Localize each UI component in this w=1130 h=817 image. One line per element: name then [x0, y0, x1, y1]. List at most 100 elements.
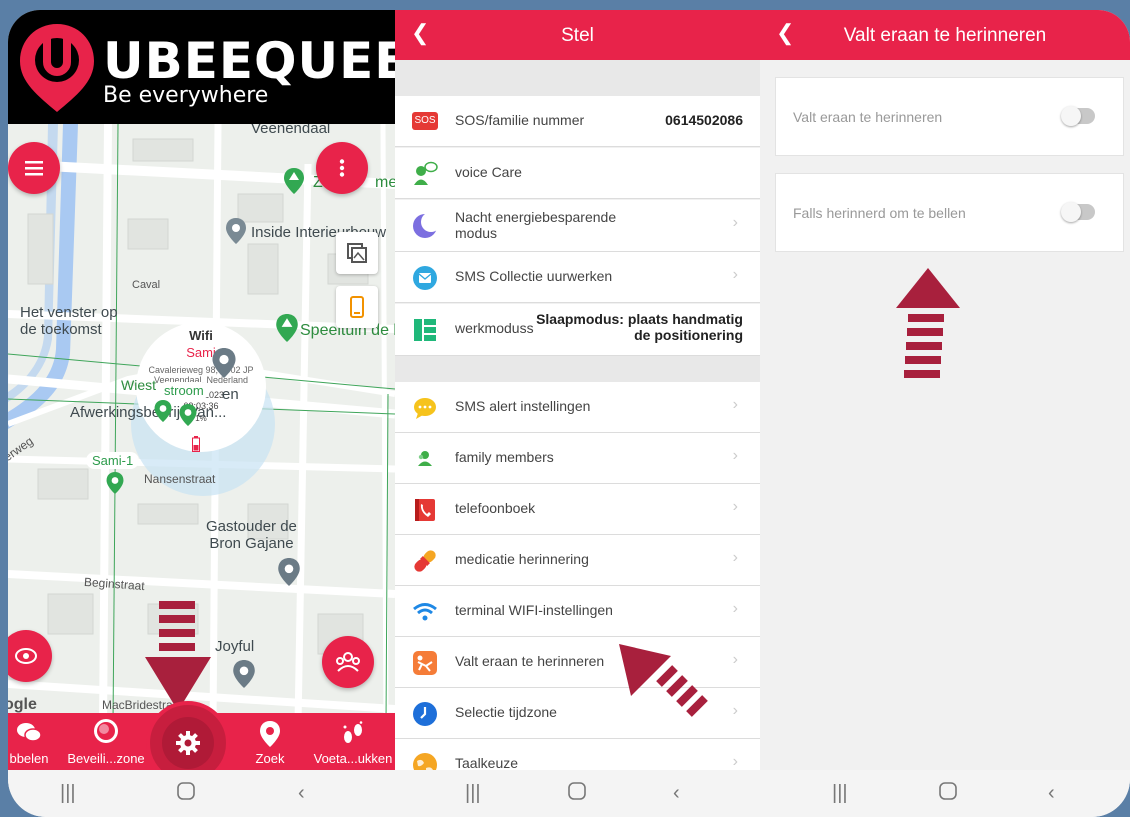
settings-row-sos[interactable]: SOS SOS/familie nummer 0614502086	[395, 96, 760, 147]
fall-call-card: Falls herinnerd om te bellen	[775, 173, 1124, 252]
settings-row-sms-collect[interactable]: SMS Collectie uurwerken ›	[395, 252, 760, 303]
chat-icon	[17, 723, 42, 742]
toggle-knob	[1061, 106, 1081, 126]
settings-row-sms-alert[interactable]: SMS alert instellingen ›	[395, 382, 760, 433]
more-options-button[interactable]	[316, 142, 368, 194]
fall-call-label: Falls herinnerd om te bellen	[793, 205, 966, 221]
chevron-right-icon: ›	[732, 702, 738, 719]
google-logo: ogle	[8, 696, 37, 713]
system-navigation-bar: ||| ‹	[760, 770, 1130, 817]
phonebook-icon	[415, 499, 435, 521]
system-navigation-bar: ||| ‹	[8, 770, 395, 817]
green-marker-icon[interactable]	[179, 404, 197, 426]
home-button[interactable]	[567, 781, 587, 807]
locate-device-icon	[15, 648, 37, 664]
row-label: terminal WIFI-instellingen	[455, 602, 613, 618]
row-value: Slaapmodus: plaats handmatig de position…	[536, 311, 743, 343]
annotation-arrow-up	[896, 268, 960, 378]
menu-button[interactable]	[8, 142, 60, 194]
nav-label-footsteps: Voeta...ukken	[313, 751, 393, 766]
annotation-arrow-diagonal	[619, 644, 708, 717]
sms-alert-icon	[414, 398, 436, 419]
place-pin-icon[interactable]	[226, 218, 246, 244]
device-button[interactable]	[336, 286, 378, 328]
park-pin-icon[interactable]	[276, 314, 298, 342]
section-divider	[395, 60, 760, 96]
settings-row-phonebook[interactable]: telefoonboek ›	[395, 484, 760, 535]
settings-row-family[interactable]: family members ›	[395, 433, 760, 484]
chevron-right-icon: ›	[732, 447, 738, 464]
green-marker-icon[interactable]	[106, 472, 124, 494]
back-button[interactable]: ‹	[1048, 782, 1055, 805]
settings-row-night-mode[interactable]: Nacht energiebesparende modus ›	[395, 200, 760, 252]
row-label: family members	[455, 449, 554, 465]
medication-icon	[414, 550, 436, 572]
moon-icon	[413, 213, 438, 238]
toggle-knob	[1061, 202, 1081, 222]
row-label: Nacht energiebesparende modus	[455, 209, 617, 241]
contacts-button[interactable]	[322, 636, 374, 688]
row-label: SMS alert instellingen	[455, 398, 591, 414]
chevron-right-icon: ›	[732, 600, 738, 617]
fall-reminder-label: Valt eraan te herinneren	[793, 109, 943, 125]
settings-row-medication[interactable]: medicatie herinnering ›	[395, 535, 760, 586]
device-location-pin-icon[interactable]	[212, 348, 236, 378]
voice-care-icon	[414, 161, 438, 185]
home-icon	[939, 782, 957, 800]
fall-icon	[413, 651, 437, 675]
recent-apps-button[interactable]: |||	[60, 782, 76, 805]
phone-device-icon	[350, 296, 364, 318]
layers-icon	[347, 243, 367, 263]
row-label: Taalkeuze	[455, 755, 519, 771]
settings-row-work-mode[interactable]: werkmoduss Slaapmodus: plaats handmatig …	[395, 304, 760, 356]
annotation-arrow-down	[145, 601, 211, 711]
settings-screen: ❮ Stel SOS SOS/familie nummer 0614502086…	[395, 10, 760, 817]
map-label-gastouder: Gastouder de Bron Gajane	[206, 518, 297, 552]
work-mode-icon	[414, 319, 436, 341]
row-label: Selectie tijdzone	[455, 704, 557, 720]
home-button[interactable]	[938, 781, 958, 807]
settings-row-voice-care[interactable]: voice Care	[395, 148, 760, 199]
row-label: medicatie herinnering	[455, 551, 589, 567]
screenshot-frame: UBEEQUEE Be everywhere Veenendaal Z me I…	[0, 0, 1130, 817]
logo-title: UBEEQUEE	[103, 32, 395, 90]
map-label-veenendaal: Veenendaal	[251, 124, 331, 137]
system-navigation-bar: ||| ‹	[395, 770, 760, 817]
place-pin-icon[interactable]	[233, 660, 255, 688]
map-view[interactable]: Veenendaal Z me Inside Interieurbouw Het…	[8, 124, 395, 724]
map-label-sami1: Sami-1	[86, 452, 140, 469]
chevron-right-icon: ›	[732, 396, 738, 413]
nav-label-geofence: Beveili...zone	[67, 751, 145, 766]
settings-row-wifi[interactable]: terminal WIFI-instellingen ›	[395, 586, 760, 637]
footsteps-icon	[343, 721, 363, 743]
wifi-icon	[413, 603, 437, 621]
gear-icon	[176, 731, 200, 755]
home-button[interactable]	[176, 781, 196, 807]
row-label: SMS Collectie uurwerken	[455, 268, 613, 284]
map-label-afwerking: Afwerkingsbedrijf Van...	[70, 404, 227, 421]
fall-call-toggle[interactable]	[1061, 202, 1095, 222]
park-pin-icon[interactable]	[284, 168, 304, 194]
home-icon	[177, 782, 195, 800]
section-divider	[395, 356, 760, 382]
settings-header: ❮ Stel	[395, 10, 760, 60]
page-title: Valt eraan te herinneren	[843, 25, 1047, 46]
layers-button[interactable]	[336, 232, 378, 274]
green-marker-icon[interactable]	[154, 400, 172, 422]
chevron-right-icon: ›	[732, 549, 738, 566]
home-icon	[568, 782, 586, 800]
chevron-right-icon: ›	[732, 498, 738, 515]
row-label: telefoonboek	[455, 500, 536, 516]
map-label-zeilmeester-tail: me	[375, 174, 395, 191]
place-pin-icon[interactable]	[278, 558, 300, 586]
page-title: Stel	[561, 25, 594, 46]
chevron-right-icon: ›	[732, 214, 738, 231]
recent-apps-button[interactable]: |||	[465, 782, 481, 805]
back-button[interactable]: ‹	[673, 782, 680, 805]
recent-apps-button[interactable]: |||	[832, 782, 848, 805]
fall-reminder-toggle[interactable]	[1061, 106, 1095, 126]
row-label: Valt eraan te herinneren	[455, 653, 605, 669]
chevron-right-icon: ›	[732, 651, 738, 668]
map-label-en: en	[222, 386, 239, 403]
back-button[interactable]: ‹	[298, 782, 305, 805]
